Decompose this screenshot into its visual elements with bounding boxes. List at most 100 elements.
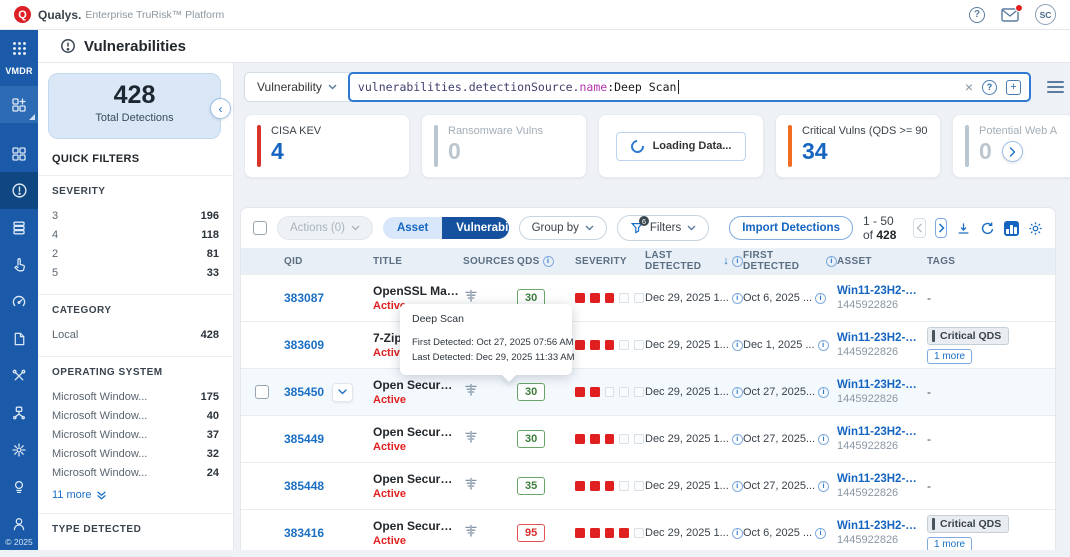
sidebar-item-reports-gauge[interactable]	[0, 283, 38, 320]
info-icon[interactable]: i	[818, 387, 829, 398]
table-row[interactable]: 385449Open Secure Soc...Active30Dec 29, …	[241, 415, 1055, 462]
filter-item[interactable]: Microsoft Window...40	[52, 406, 219, 425]
notifications-icon[interactable]	[1001, 8, 1019, 22]
col-header-severity[interactable]: SEVERITY	[575, 256, 627, 267]
refresh-icon[interactable]	[980, 221, 995, 236]
summary-card-cisa-kev[interactable]: CISA KEV4	[244, 114, 410, 178]
prev-page-button[interactable]	[913, 218, 926, 238]
detection-source-icon[interactable]	[463, 429, 479, 445]
tag-badge[interactable]: Critical QDS	[927, 515, 1009, 533]
detection-source-icon[interactable]	[463, 523, 479, 539]
info-icon[interactable]: i	[818, 340, 829, 351]
clear-search-icon[interactable]: ×	[965, 80, 973, 94]
summary-card-loading-data-[interactable]: Loading Data...	[598, 114, 764, 178]
info-icon[interactable]: i	[732, 528, 743, 539]
filter-item[interactable]: Microsoft Window...24	[52, 463, 219, 482]
toggle-asset[interactable]: Asset	[383, 217, 442, 239]
table-row[interactable]: 385450Open Secure Soc...Active30Dec 29, …	[241, 368, 1055, 415]
gear-icon[interactable]	[1028, 221, 1043, 236]
sidebar-item-vulnerabilities[interactable]	[0, 172, 38, 209]
filter-item[interactable]: Microsoft Window...175	[52, 387, 219, 406]
vuln-title[interactable]: OpenSSL Man In ...	[373, 284, 459, 298]
col-header-title[interactable]: TITLE	[373, 256, 402, 267]
filter-item[interactable]: 533	[52, 263, 219, 282]
actions-button[interactable]: Actions (0)	[277, 216, 373, 240]
row-checkbox[interactable]	[255, 385, 269, 399]
col-header-last-detected[interactable]: LAST DETECTED	[645, 250, 720, 272]
help-icon[interactable]: ?	[969, 7, 985, 23]
col-header-sources[interactable]: SOURCES	[463, 256, 515, 267]
download-icon[interactable]	[956, 221, 971, 236]
table-row[interactable]: 3836097-Zip MActiveDec 29, 2025 1...iDec…	[241, 321, 1055, 368]
filter-item[interactable]: Microsoft Window...32	[52, 444, 219, 463]
info-icon[interactable]: i	[818, 434, 829, 445]
filter-item[interactable]: 4118	[52, 225, 219, 244]
info-icon[interactable]: i	[818, 481, 829, 492]
col-header-asset[interactable]: ASSET	[837, 256, 872, 267]
summary-card-potential-web-a[interactable]: Potential Web A0	[952, 114, 1070, 178]
apps-grid-icon[interactable]	[12, 41, 27, 61]
chart-view-icon[interactable]	[1004, 221, 1019, 236]
summary-card-critical-vulns-qds-90-[interactable]: Critical Vulns (QDS >= 90)34	[775, 114, 941, 178]
show-more-link[interactable]: 11 more	[52, 489, 219, 501]
qid-link[interactable]: 385449	[284, 432, 324, 446]
toggle-vulnerability[interactable]: Vulnerability	[442, 217, 508, 239]
sidebar-item-dashboard[interactable]	[0, 135, 38, 172]
detection-source-icon[interactable]	[463, 288, 479, 304]
add-query-icon[interactable]: +	[1006, 80, 1021, 95]
filter-item[interactable]: 281	[52, 244, 219, 263]
filters-button[interactable]: 6 Filters	[617, 215, 709, 241]
vuln-title[interactable]: Open Secure Soc...	[373, 472, 459, 486]
info-icon[interactable]: i	[732, 387, 743, 398]
info-icon[interactable]: i	[826, 256, 837, 267]
qid-link[interactable]: 383609	[284, 338, 324, 352]
summary-card-ransomware-vulns[interactable]: Ransomware Vulns0	[421, 114, 587, 178]
sidebar-item-network[interactable]	[0, 394, 38, 431]
group-by-button[interactable]: Group by	[519, 216, 607, 240]
col-header-tags[interactable]: TAGS	[927, 256, 955, 267]
sidebar-item-scans[interactable]	[0, 209, 38, 246]
table-row[interactable]: 383087OpenSSL Man In ...Active30Dec 29, …	[241, 274, 1055, 321]
sidebar-item-insights-lamp[interactable]	[0, 468, 38, 505]
asset-name-link[interactable]: Win11-23H2-B...	[837, 426, 923, 438]
sidebar-item-document[interactable]	[0, 320, 38, 357]
asset-name-link[interactable]: Win11-23H2-B...	[837, 520, 923, 532]
sidebar-item-tools[interactable]	[0, 357, 38, 394]
detection-source-icon[interactable]	[463, 382, 479, 398]
import-detections-button[interactable]: Import Detections	[729, 216, 853, 240]
info-icon[interactable]: i	[732, 340, 743, 351]
sidebar-item-settings-star[interactable]	[0, 431, 38, 468]
filter-item[interactable]: Microsoft Window...37	[52, 425, 219, 444]
collapse-panel-button[interactable]: ‹	[210, 98, 231, 119]
more-tags-badge[interactable]: 1 more	[927, 537, 972, 551]
sort-desc-icon[interactable]: ↓	[723, 255, 729, 267]
next-card-button[interactable]	[1002, 141, 1023, 162]
info-icon[interactable]: i	[732, 293, 743, 304]
col-header-qid[interactable]: QID	[284, 256, 303, 267]
asset-name-link[interactable]: Win11-23H2-B...	[837, 379, 923, 391]
query-help-icon[interactable]: ?	[982, 80, 997, 95]
detection-source-icon[interactable]	[463, 476, 479, 492]
more-tags-badge[interactable]: 1 more	[927, 349, 972, 364]
info-icon[interactable]: i	[815, 293, 826, 304]
filter-item[interactable]: Local428	[52, 325, 219, 344]
qid-link[interactable]: 383087	[284, 291, 324, 305]
filter-item[interactable]: 3196	[52, 206, 219, 225]
info-icon[interactable]: i	[815, 528, 826, 539]
info-icon[interactable]: i	[543, 256, 554, 267]
info-icon[interactable]: i	[732, 434, 743, 445]
asset-name-link[interactable]: Win11-23H2-B...	[837, 473, 923, 485]
vuln-title[interactable]: Open Secure Soc...	[373, 519, 459, 533]
menu-icon[interactable]	[1047, 81, 1064, 93]
qid-link[interactable]: 385450	[284, 385, 324, 399]
tag-badge[interactable]: Critical QDS	[927, 327, 1009, 345]
select-all-checkbox[interactable]	[253, 221, 267, 235]
vuln-title[interactable]: Open Secure Soc...	[373, 378, 459, 392]
table-row[interactable]: 383416Open Secure Soc...Active95Dec 29, …	[241, 509, 1055, 550]
info-icon[interactable]: i	[732, 481, 743, 492]
expand-row-button[interactable]	[332, 383, 353, 402]
sidebar-item-provision[interactable]	[0, 86, 38, 123]
col-header-first-detected[interactable]: FIRST DETECTED	[743, 250, 823, 272]
search-scope-dropdown[interactable]: Vulnerability	[245, 73, 349, 101]
table-row[interactable]: 385448Open Secure Soc...Active35Dec 29, …	[241, 462, 1055, 509]
